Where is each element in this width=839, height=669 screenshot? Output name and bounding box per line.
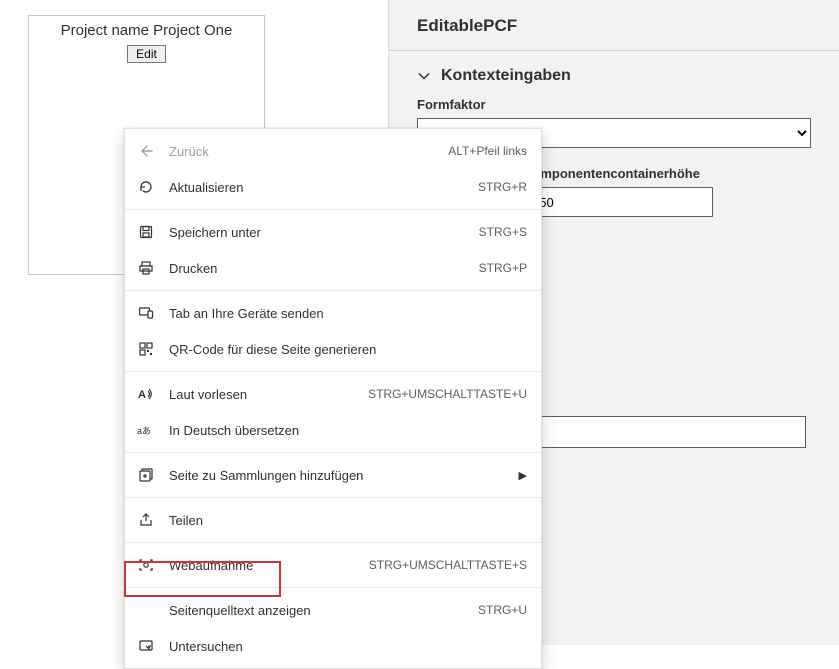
menu-separator [125, 587, 541, 588]
menu-send-tab[interactable]: Tab an Ihre Geräte senden [125, 295, 541, 331]
share-icon [137, 511, 155, 529]
menu-web-capture-label: Webaufnahme [169, 558, 359, 573]
project-name-line: Project name Project One [29, 16, 264, 39]
menu-inspect-label: Untersuchen [169, 639, 527, 654]
menu-print[interactable]: Drucken STRG+P [125, 250, 541, 286]
menu-add-to-collections[interactable]: Seite zu Sammlungen hinzufügen ▶ [125, 457, 541, 493]
menu-view-source[interactable]: Seitenquelltext anzeigen STRG+U [125, 592, 541, 628]
save-icon [137, 223, 155, 241]
devices-icon [137, 304, 155, 322]
read-aloud-icon: A [137, 385, 155, 403]
svg-text:aあ: aあ [137, 426, 151, 436]
section-title: Kontexteingaben [441, 67, 571, 85]
menu-read-aloud[interactable]: A Laut vorlesen STRG+UMSCHALTTASTE+U [125, 376, 541, 412]
menu-back-label: Zurück [169, 144, 438, 159]
project-name-prefix: Project name [61, 22, 149, 39]
menu-inspect[interactable]: Untersuchen [125, 628, 541, 664]
collections-icon [137, 466, 155, 484]
menu-separator [125, 542, 541, 543]
menu-print-label: Drucken [169, 261, 469, 276]
menu-view-source-label: Seitenquelltext anzeigen [169, 603, 468, 618]
menu-view-source-shortcut: STRG+U [478, 603, 527, 617]
translate-icon: aあ [137, 421, 155, 439]
project-name-value: Project One [153, 22, 232, 39]
menu-separator [125, 452, 541, 453]
menu-separator [125, 290, 541, 291]
menu-back-shortcut: ALT+Pfeil links [448, 144, 527, 158]
divider [389, 50, 839, 51]
svg-text:A: A [138, 389, 146, 401]
formfactor-label: Formfaktor [417, 97, 811, 112]
menu-share-label: Teilen [169, 513, 527, 528]
back-arrow-icon [137, 142, 155, 160]
menu-separator [125, 371, 541, 372]
menu-web-capture[interactable]: Webaufnahme STRG+UMSCHALTTASTE+S [125, 547, 541, 583]
menu-refresh-shortcut: STRG+R [478, 180, 527, 194]
menu-web-capture-shortcut: STRG+UMSCHALTTASTE+S [369, 558, 527, 572]
menu-read-aloud-shortcut: STRG+UMSCHALTTASTE+U [368, 387, 527, 401]
panel-title: EditablePCF [417, 16, 811, 36]
menu-share[interactable]: Teilen [125, 502, 541, 538]
menu-refresh[interactable]: Aktualisieren STRG+R [125, 169, 541, 205]
menu-collections-label: Seite zu Sammlungen hinzufügen [169, 468, 509, 483]
menu-separator [125, 209, 541, 210]
inspect-icon [137, 637, 155, 655]
menu-refresh-label: Aktualisieren [169, 180, 468, 195]
blank-icon [137, 601, 155, 619]
menu-print-shortcut: STRG+P [479, 261, 527, 275]
height-label: Komponentencontainerhöhe [523, 166, 713, 181]
menu-read-aloud-label: Laut vorlesen [169, 387, 358, 402]
menu-translate[interactable]: aあ In Deutsch übersetzen [125, 412, 541, 448]
menu-translate-label: In Deutsch übersetzen [169, 423, 527, 438]
browser-context-menu: Zurück ALT+Pfeil links Aktualisieren STR… [124, 128, 542, 669]
menu-qrcode-label: QR-Code für diese Seite generieren [169, 342, 527, 357]
menu-save-as-shortcut: STRG+S [479, 225, 527, 239]
container-height-input[interactable] [523, 187, 713, 217]
menu-save-as-label: Speichern unter [169, 225, 469, 240]
section-context-inputs[interactable]: Kontexteingaben [417, 67, 811, 85]
menu-qrcode[interactable]: QR-Code für diese Seite generieren [125, 331, 541, 367]
menu-send-tab-label: Tab an Ihre Geräte senden [169, 306, 527, 321]
print-icon [137, 259, 155, 277]
web-capture-icon [137, 556, 155, 574]
edit-button[interactable]: Edit [127, 45, 166, 63]
menu-separator [125, 497, 541, 498]
menu-save-as[interactable]: Speichern unter STRG+S [125, 214, 541, 250]
qrcode-icon [137, 340, 155, 358]
refresh-icon [137, 178, 155, 196]
menu-back[interactable]: Zurück ALT+Pfeil links [125, 133, 541, 169]
chevron-down-icon [417, 69, 431, 83]
submenu-arrow-icon: ▶ [519, 469, 527, 482]
